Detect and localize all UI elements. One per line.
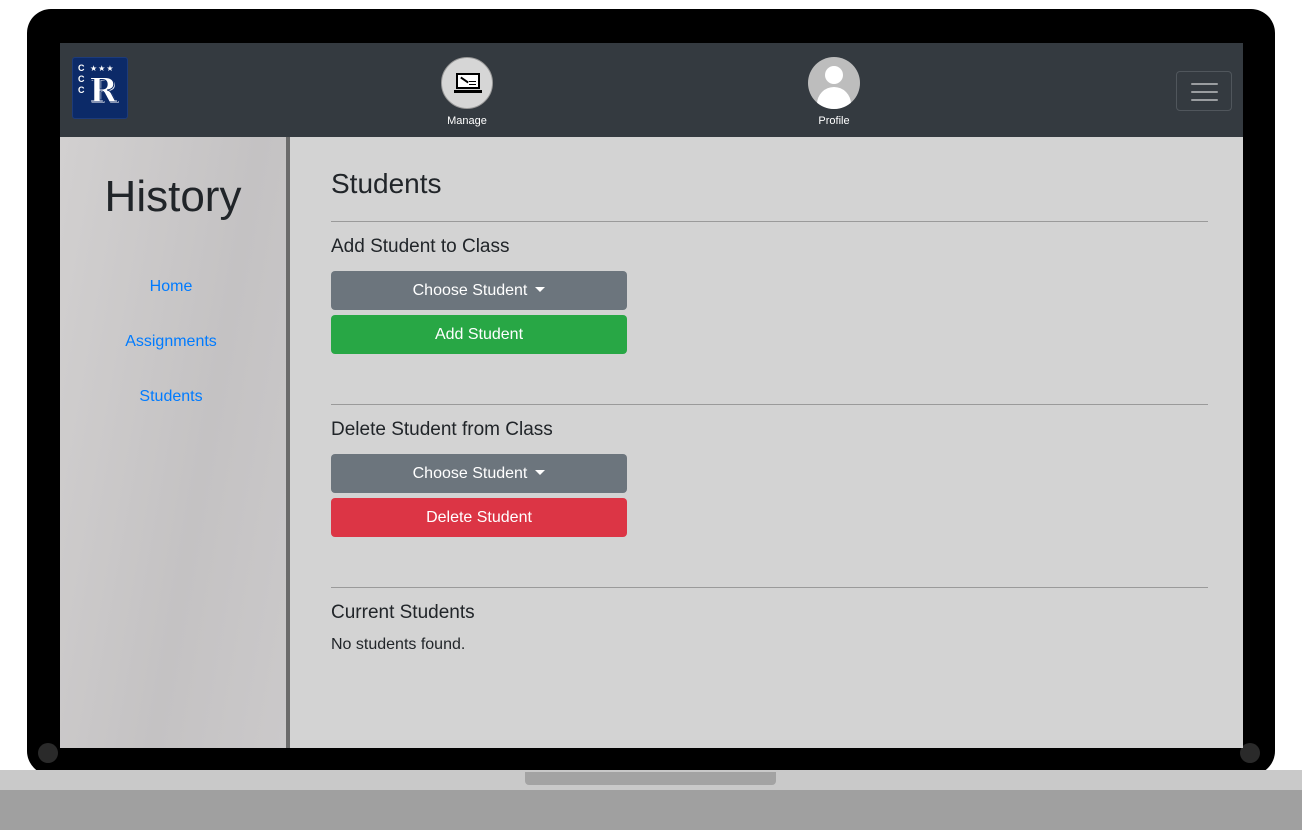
caret-down-icon bbox=[535, 287, 546, 292]
laptop-notch bbox=[525, 772, 776, 785]
bezel-dot bbox=[1240, 743, 1260, 763]
divider bbox=[331, 221, 1208, 222]
current-students-title: Current Students bbox=[331, 602, 475, 623]
nav-manage[interactable]: Manage bbox=[427, 57, 507, 131]
delete-section-title: Delete Student from Class bbox=[331, 419, 553, 440]
sidebar-link-students[interactable]: Students bbox=[60, 387, 282, 407]
top-navbar: C C C ★★★ R Manage Profile bbox=[60, 43, 1243, 137]
nav-profile[interactable]: Profile bbox=[794, 57, 874, 131]
add-choose-student-dropdown[interactable]: Choose Student bbox=[331, 271, 627, 310]
add-student-button[interactable]: Add Student bbox=[331, 315, 627, 354]
page-title: Students bbox=[331, 168, 442, 199]
delete-choose-student-dropdown[interactable]: Choose Student bbox=[331, 454, 627, 493]
divider bbox=[331, 404, 1208, 405]
laptop-mockup: C C C ★★★ R Manage Profile History Home … bbox=[0, 0, 1302, 830]
dropdown-label: Choose Student bbox=[412, 282, 528, 299]
school-logo[interactable]: C C C ★★★ R bbox=[72, 57, 128, 119]
sidebar: History Home Assignments Students bbox=[60, 137, 286, 748]
divider bbox=[331, 587, 1208, 588]
sidebar-link-home[interactable]: Home bbox=[60, 277, 282, 297]
empty-students-message: No students found. bbox=[331, 636, 466, 653]
sidebar-title: History bbox=[104, 172, 242, 221]
add-section-title: Add Student to Class bbox=[331, 236, 510, 257]
laptop-base-bottom bbox=[0, 790, 1302, 830]
nav-profile-label: Profile bbox=[818, 115, 850, 127]
bezel-dot bbox=[38, 743, 58, 763]
logo-letter: R bbox=[88, 71, 118, 111]
main-content: Students Add Student to Class Choose Stu… bbox=[290, 137, 1243, 748]
hamburger-icon[interactable] bbox=[1176, 71, 1232, 111]
delete-student-button[interactable]: Delete Student bbox=[331, 498, 627, 537]
app-screen: C C C ★★★ R Manage Profile History Home … bbox=[60, 43, 1243, 748]
caret-down-icon bbox=[535, 470, 546, 475]
nav-manage-label: Manage bbox=[447, 115, 487, 127]
dropdown-label: Choose Student bbox=[412, 465, 528, 482]
laptop-icon bbox=[441, 57, 493, 109]
avatar-icon bbox=[808, 57, 860, 109]
sidebar-link-assignments[interactable]: Assignments bbox=[60, 332, 282, 352]
